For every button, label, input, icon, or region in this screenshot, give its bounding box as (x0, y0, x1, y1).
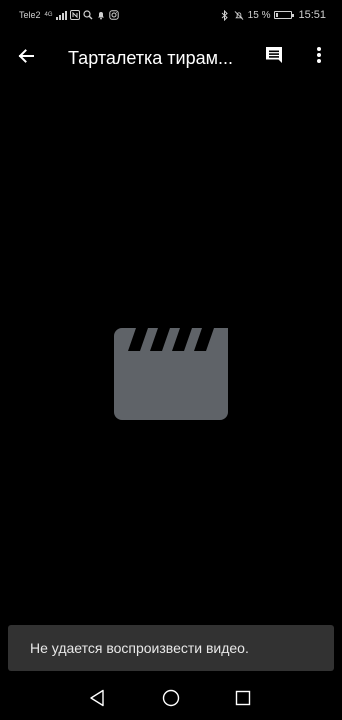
clock: 15:51 (298, 9, 326, 21)
instagram-icon (108, 10, 119, 20)
signal-icon (55, 10, 67, 20)
network-type: 4G (45, 12, 53, 18)
arrow-back-icon (18, 49, 34, 63)
nav-recents-button[interactable] (231, 686, 255, 710)
nav-home-button[interactable] (159, 686, 183, 710)
mute-icon (234, 10, 244, 20)
carrier-label: Tele2 (19, 10, 41, 20)
battery-percent: 15 % (247, 9, 271, 21)
network-type-label: 4G (44, 12, 53, 18)
battery-icon (274, 11, 295, 19)
battery-level-fill (276, 13, 279, 17)
nfc-icon (69, 10, 80, 20)
status-left-group: Tele2 4G (19, 9, 119, 21)
video-player[interactable] (0, 84, 342, 624)
more-vert-icon (317, 47, 321, 63)
search-icon (82, 10, 93, 20)
snackbar-message: Не удается воспроизвести видео. (30, 640, 249, 656)
status-bar: Tele2 4G 15 % 15:51 (0, 0, 342, 28)
system-nav-bar (0, 676, 342, 720)
bluetooth-icon (220, 9, 230, 21)
nav-back-icon (90, 689, 104, 707)
nav-home-icon (162, 689, 180, 707)
snackbar: Не удается воспроизвести видео. (8, 625, 334, 671)
back-button[interactable] (12, 42, 40, 70)
nav-recents-icon (235, 690, 251, 706)
clapperboard-icon (114, 328, 228, 425)
page-title: Тарталетка тирам... (68, 48, 234, 68)
notification-bell-icon (96, 10, 106, 20)
more-options-button[interactable] (306, 42, 332, 68)
nav-back-button[interactable] (85, 686, 109, 710)
comments-button[interactable] (261, 42, 287, 68)
status-right-group: 15 % 15:51 (220, 8, 326, 22)
comment-icon (266, 47, 282, 63)
app-bar: Тарталетка тирам... (0, 28, 342, 84)
